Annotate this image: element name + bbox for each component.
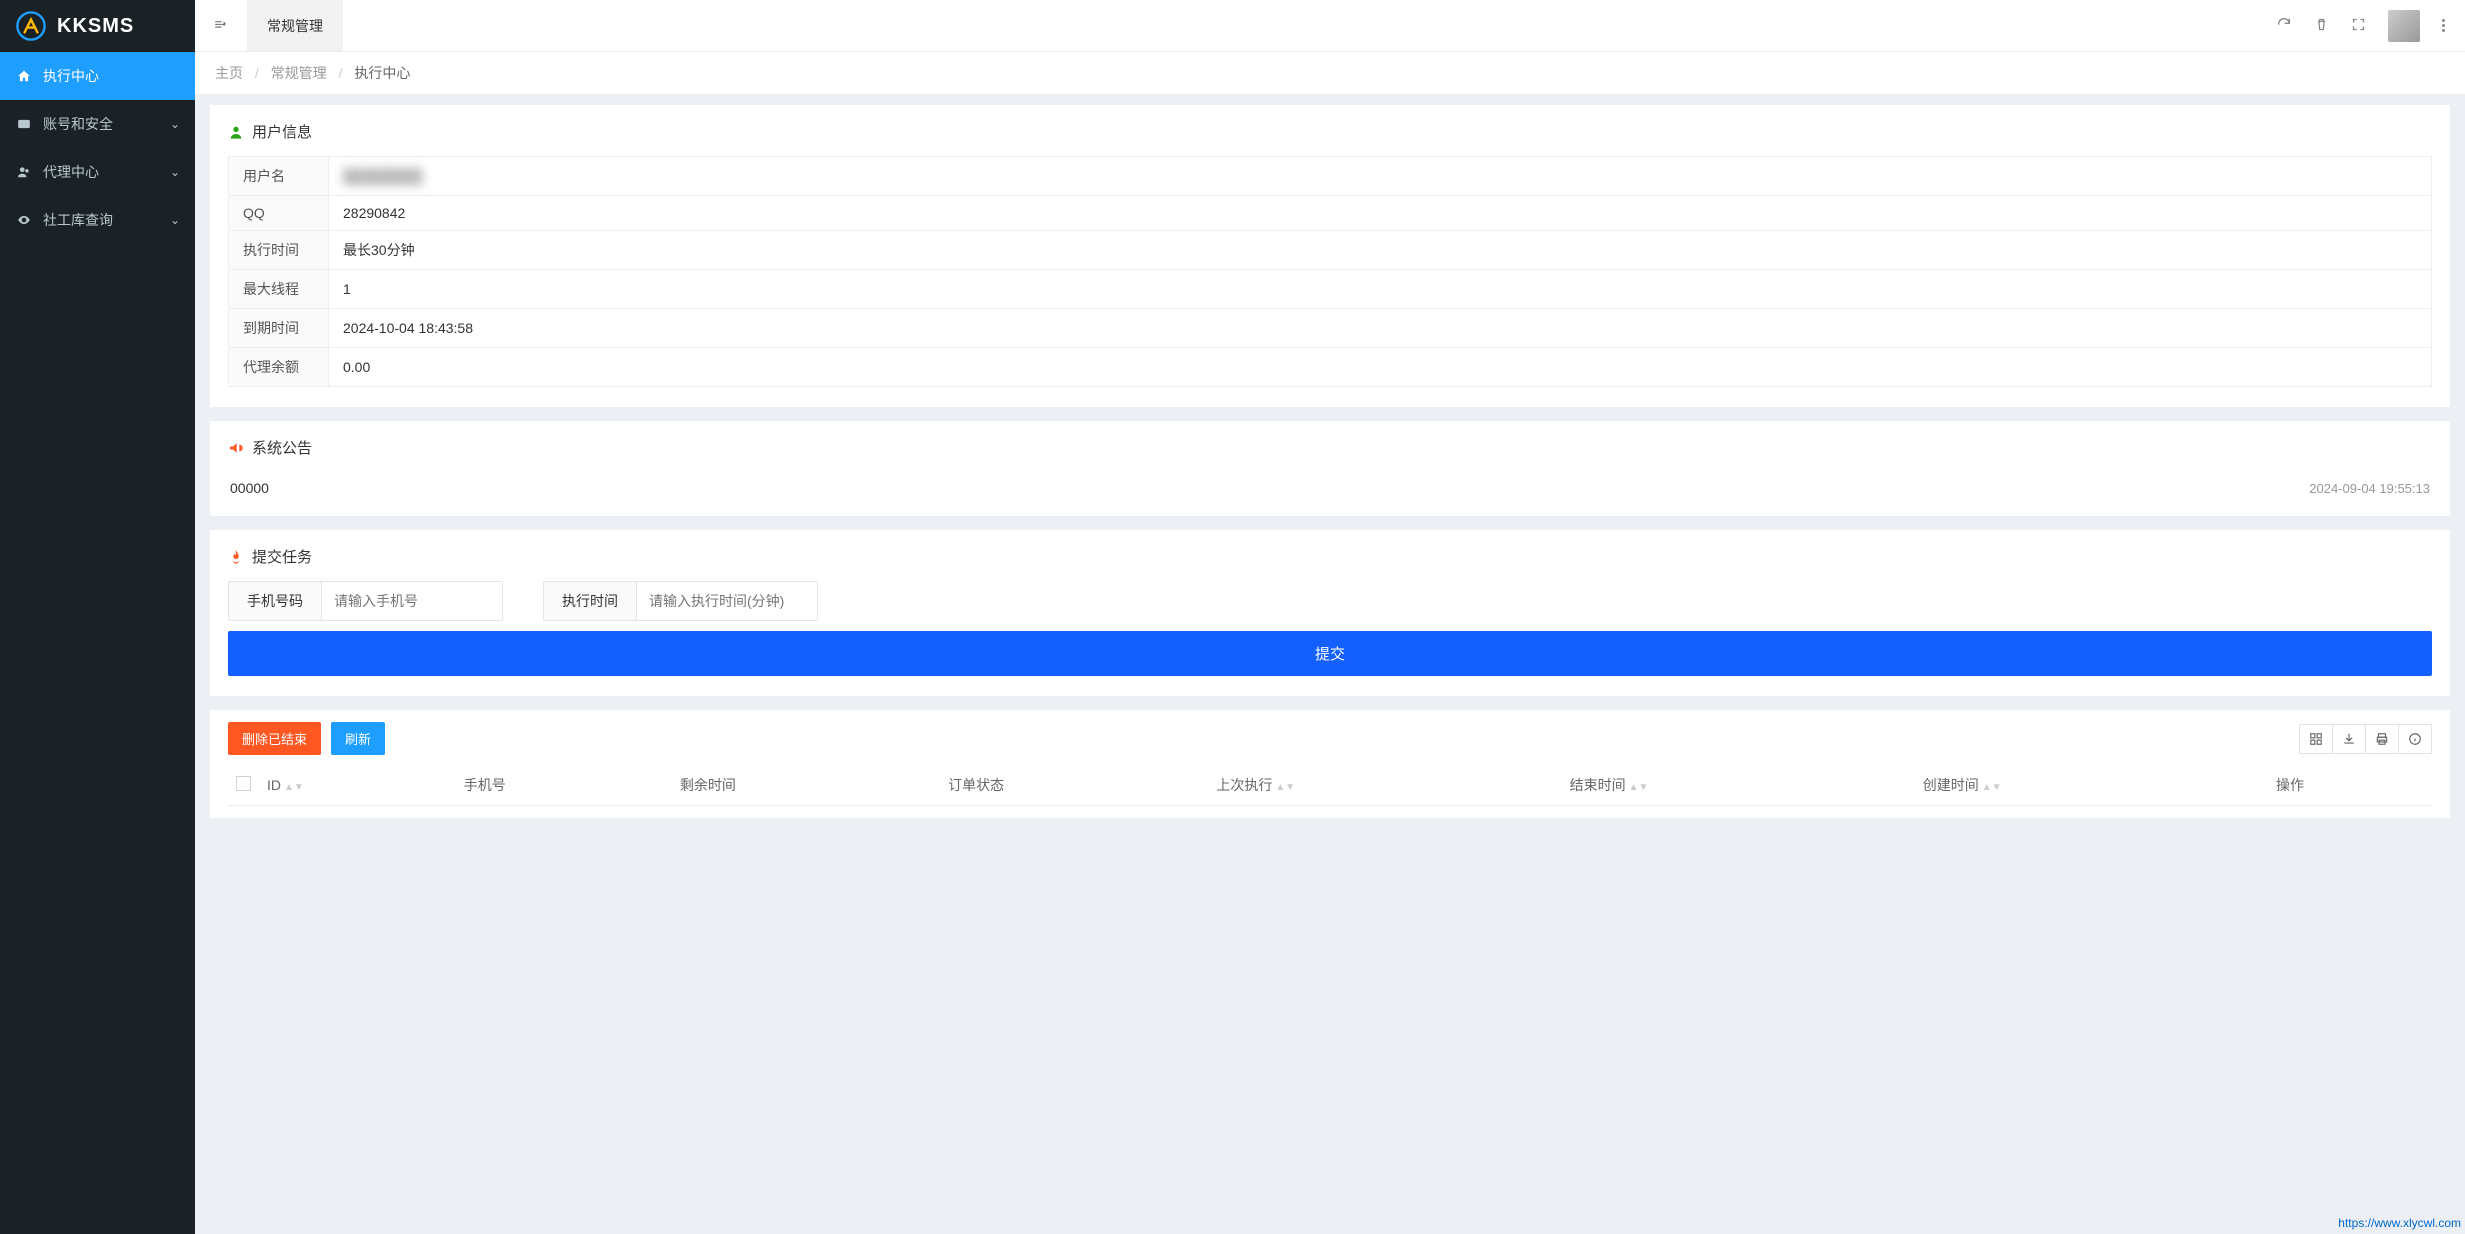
task-table-panel: 删除已结束 刷新 ID▲▼ 手机号 (210, 710, 2450, 818)
user-avatar[interactable] (2388, 10, 2420, 42)
fire-icon (228, 549, 244, 565)
print-button[interactable] (2365, 724, 2399, 754)
chevron-down-icon: ⌄ (170, 117, 180, 131)
announcement-text: 00000 (230, 480, 269, 496)
delete-finished-button[interactable]: 删除已结束 (228, 722, 321, 755)
sidebar-item-account-security[interactable]: 账号和安全 ⌄ (0, 100, 195, 148)
sort-icon: ▲▼ (1982, 785, 2002, 791)
grid-icon (2309, 732, 2323, 746)
sidebar: KKSMS 执行中心 账号和安全 ⌄ 代理中心 ⌄ (0, 0, 195, 1234)
col-actions: 操作 (2268, 765, 2432, 806)
user-info-row: 执行时间最长30分钟 (229, 231, 2432, 270)
tab-label: 常规管理 (267, 16, 323, 36)
footer-url[interactable]: https://www.xlycwl.com (2338, 1216, 2461, 1230)
sidebar-item-execute-center[interactable]: 执行中心 (0, 52, 195, 100)
refresh-icon (2276, 16, 2292, 32)
info-value: 最长30分钟 (329, 231, 2432, 270)
col-phone: 手机号 (456, 765, 672, 806)
delete-button[interactable] (2314, 17, 2329, 35)
col-status: 订单状态 (940, 765, 1208, 806)
sidebar-item-label: 账号和安全 (43, 114, 170, 134)
users-icon (15, 165, 33, 179)
submit-task-panel: 提交任务 手机号码 执行时间 提交 (210, 530, 2450, 696)
sidebar-toggle-button[interactable] (195, 0, 247, 51)
col-create-time[interactable]: 创建时间▲▼ (1915, 765, 2268, 806)
info-key: 最大线程 (229, 270, 329, 309)
info-value: 1 (329, 270, 2432, 309)
col-remaining: 剩余时间 (672, 765, 940, 806)
info-value: 2024-10-04 18:43:58 (329, 309, 2432, 348)
brand-logo-icon (15, 10, 47, 42)
breadcrumb-current: 执行中心 (354, 65, 410, 81)
more-menu-button[interactable] (2442, 19, 2445, 32)
panel-title-text: 系统公告 (252, 437, 312, 458)
sidebar-item-agent-center[interactable]: 代理中心 ⌄ (0, 148, 195, 196)
info-key: 代理余额 (229, 348, 329, 387)
export-button[interactable] (2332, 724, 2366, 754)
duration-input-group: 执行时间 (543, 581, 818, 621)
sort-icon: ▲▼ (1275, 785, 1295, 791)
brand-name: KKSMS (57, 15, 134, 38)
info-key: 到期时间 (229, 309, 329, 348)
info-value: ████████ (329, 157, 2432, 196)
phone-input-group: 手机号码 (228, 581, 503, 621)
refresh-button[interactable] (2276, 16, 2292, 35)
info-value: 0.00 (329, 348, 2432, 387)
col-last-exec[interactable]: 上次执行▲▼ (1208, 765, 1561, 806)
panel-title-text: 用户信息 (252, 121, 312, 142)
col-end-time[interactable]: 结束时间▲▼ (1562, 765, 1915, 806)
sidebar-item-label: 社工库查询 (43, 210, 170, 230)
tab-general-management[interactable]: 常规管理 (247, 0, 343, 51)
bullhorn-icon (228, 440, 244, 456)
refresh-button[interactable]: 刷新 (331, 722, 385, 755)
trash-icon (2314, 17, 2329, 32)
breadcrumb-mid[interactable]: 常规管理 (271, 65, 327, 81)
info-button[interactable] (2398, 724, 2432, 754)
info-icon (2408, 732, 2422, 746)
sidebar-item-label: 代理中心 (43, 162, 170, 182)
columns-button[interactable] (2299, 724, 2333, 754)
duration-input[interactable] (637, 582, 817, 620)
user-info-row: 到期时间2024-10-04 18:43:58 (229, 309, 2432, 348)
eye-icon (15, 213, 33, 227)
sort-icon: ▲▼ (284, 785, 304, 791)
printer-icon (2375, 732, 2389, 746)
user-info-row: QQ28290842 (229, 196, 2432, 231)
id-card-icon (15, 117, 33, 131)
fullscreen-button[interactable] (2351, 17, 2366, 35)
user-info-row: 最大线程1 (229, 270, 2432, 309)
col-id[interactable]: ID▲▼ (259, 765, 456, 806)
chevron-down-icon: ⌄ (170, 165, 180, 179)
sort-icon: ▲▼ (1629, 785, 1649, 791)
panel-title-text: 提交任务 (252, 546, 312, 567)
info-key: 执行时间 (229, 231, 329, 270)
breadcrumb: 主页 / 常规管理 / 执行中心 (195, 52, 2465, 95)
info-key: QQ (229, 196, 329, 231)
sidebar-item-sgk-query[interactable]: 社工库查询 ⌄ (0, 196, 195, 244)
info-value: 28290842 (329, 196, 2432, 231)
announcement-time: 2024-09-04 19:55:13 (2309, 481, 2430, 496)
phone-input[interactable] (322, 582, 502, 620)
user-info-panel: 用户信息 用户名████████ QQ28290842 执行时间最长30分钟 最… (210, 105, 2450, 407)
sidebar-item-label: 执行中心 (43, 66, 180, 86)
footer-link[interactable]: https://www.xlycwl.com (2338, 1216, 2461, 1230)
announcement-panel: 系统公告 00000 2024-09-04 19:55:13 (210, 421, 2450, 516)
chevron-down-icon: ⌄ (170, 213, 180, 227)
user-icon (228, 124, 244, 140)
user-info-row: 用户名████████ (229, 157, 2432, 196)
home-icon (15, 69, 33, 83)
phone-label: 手机号码 (229, 582, 322, 620)
breadcrumb-home[interactable]: 主页 (215, 65, 243, 81)
submit-button[interactable]: 提交 (228, 631, 2432, 676)
info-key: 用户名 (229, 157, 329, 196)
select-all-checkbox[interactable] (236, 776, 251, 791)
user-info-row: 代理余额0.00 (229, 348, 2432, 387)
duration-label: 执行时间 (544, 582, 637, 620)
logo[interactable]: KKSMS (0, 0, 195, 52)
expand-icon (2351, 17, 2366, 32)
menu-fold-icon (213, 18, 229, 34)
download-icon (2342, 732, 2356, 746)
topbar: 常规管理 (195, 0, 2465, 52)
